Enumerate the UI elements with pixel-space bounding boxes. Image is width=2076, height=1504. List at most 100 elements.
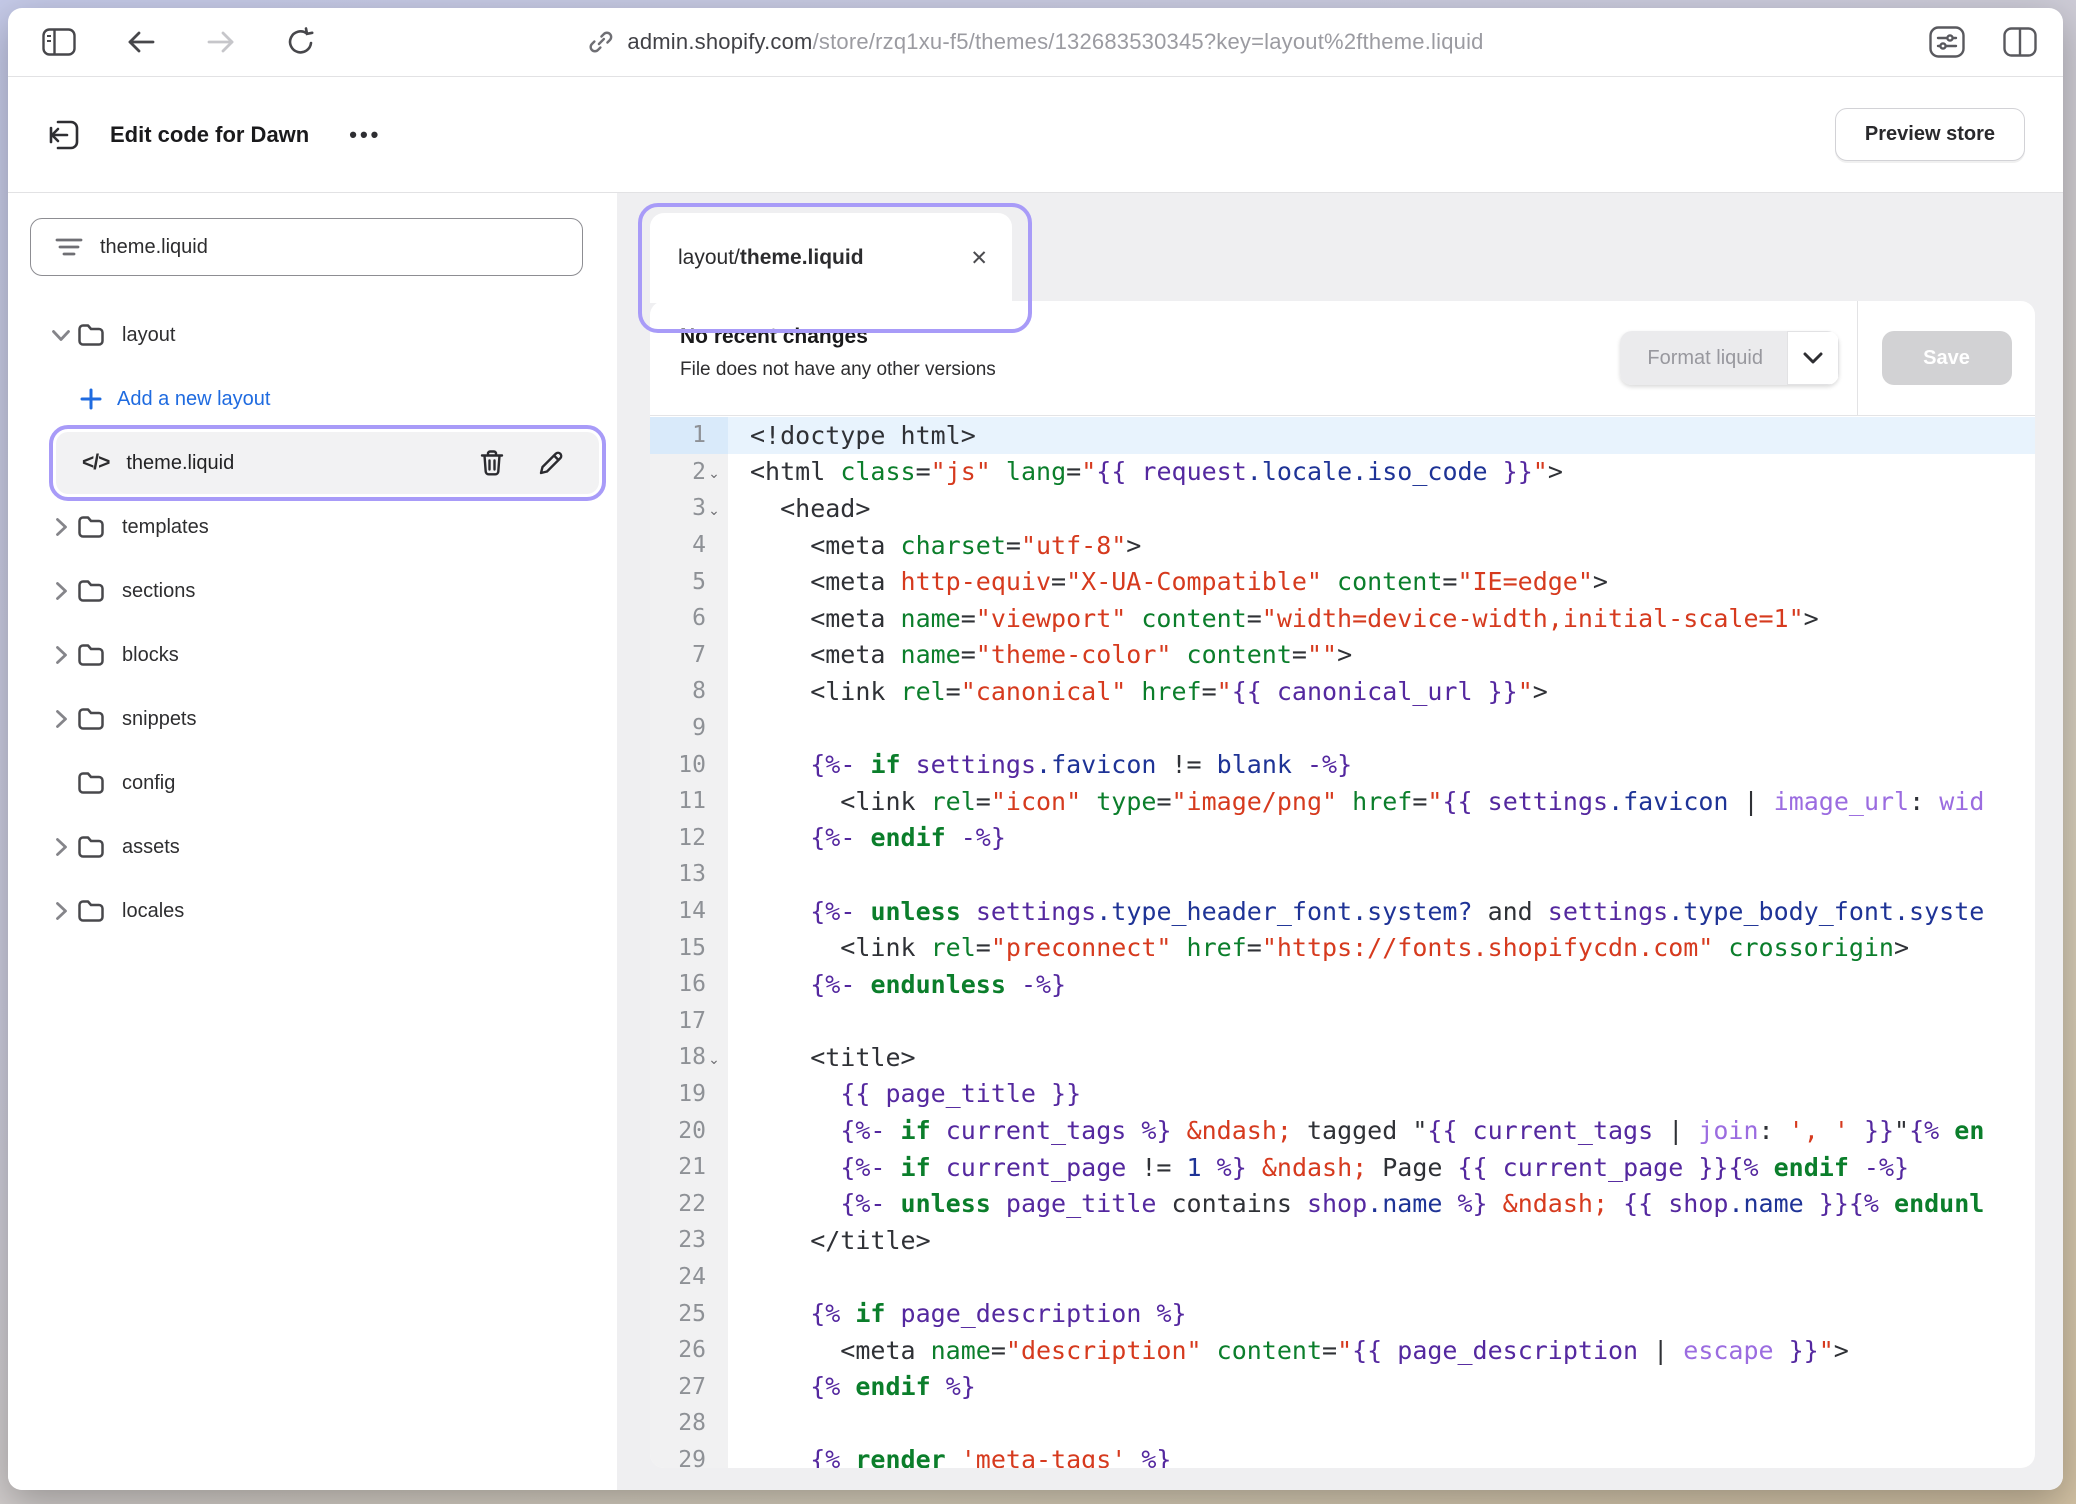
file-search-input[interactable]: theme.liquid bbox=[30, 218, 583, 276]
sidebar-item-theme-liquid[interactable]: </>theme.liquid bbox=[56, 432, 599, 494]
code-token bbox=[1171, 640, 1186, 669]
code-line: 18⌄ <title> bbox=[650, 1039, 2035, 1076]
line-number-gutter: 21 bbox=[650, 1149, 728, 1186]
chevron-right-icon[interactable] bbox=[48, 709, 74, 729]
code-line-content: {%- unless page_title contains shop.name… bbox=[728, 1185, 2035, 1222]
code-token: "https://fonts.shopifycdn.com" bbox=[1262, 933, 1714, 962]
sidebar-item-snippets[interactable]: snippets bbox=[8, 687, 617, 751]
code-token: " bbox=[1533, 457, 1548, 486]
format-liquid-label[interactable]: Format liquid bbox=[1620, 331, 1787, 385]
page-settings-icon[interactable] bbox=[1929, 26, 1965, 58]
line-number: 26 bbox=[650, 1337, 706, 1363]
tab-layout-theme-liquid[interactable]: layout/theme.liquid ✕ bbox=[650, 213, 1012, 303]
code-file-icon: </> bbox=[82, 451, 109, 475]
line-number-gutter: 3⌄ bbox=[650, 490, 728, 527]
code-token: shop bbox=[1307, 1189, 1367, 1218]
code-token: " bbox=[1819, 1336, 1834, 1365]
code-line: 26 <meta name="description" content="{{ … bbox=[650, 1332, 2035, 1369]
sidebar-item-config[interactable]: config bbox=[8, 751, 617, 815]
code-token: .name bbox=[1367, 1189, 1442, 1218]
code-line-content bbox=[728, 710, 2035, 747]
fold-toggle-icon[interactable]: ⌄ bbox=[706, 502, 722, 519]
code-token: "viewport" bbox=[976, 604, 1127, 633]
sidebar-item-label: assets bbox=[122, 836, 180, 859]
delete-file-icon[interactable] bbox=[479, 449, 505, 477]
sidebar-item-blocks[interactable]: blocks bbox=[8, 623, 617, 687]
folder-icon bbox=[77, 323, 105, 347]
plus-icon bbox=[80, 388, 102, 410]
fold-toggle-icon[interactable]: ⌄ bbox=[706, 465, 722, 482]
browser-toolbar: admin.shopify.com/store/rzq1xu-f5/themes… bbox=[8, 8, 2063, 77]
chevron-right-icon[interactable] bbox=[48, 581, 74, 601]
code-token: %} bbox=[1126, 1445, 1171, 1468]
code-token: {% bbox=[810, 1299, 855, 1328]
sidebar-item-templates[interactable]: templates bbox=[8, 495, 617, 559]
code-token: > bbox=[1894, 933, 1909, 962]
sidebar-item-sections[interactable]: sections bbox=[8, 559, 617, 623]
code-token bbox=[1488, 1189, 1503, 1218]
code-token: rel bbox=[931, 787, 976, 816]
code-token: > bbox=[1533, 677, 1548, 706]
code-line: 28 bbox=[650, 1405, 2035, 1442]
exit-icon[interactable] bbox=[46, 117, 82, 153]
code-token: shop bbox=[1668, 1189, 1728, 1218]
code-token: lang bbox=[1006, 457, 1066, 486]
code-token: " bbox=[1894, 1116, 1909, 1145]
line-number: 29 bbox=[650, 1447, 706, 1468]
rename-file-icon[interactable] bbox=[537, 449, 565, 477]
reload-icon[interactable] bbox=[286, 27, 316, 57]
code-token: {{ bbox=[1352, 1336, 1397, 1365]
code-token: = bbox=[961, 640, 976, 669]
back-icon[interactable] bbox=[126, 29, 156, 55]
code-token bbox=[991, 457, 1006, 486]
link-icon bbox=[587, 29, 613, 55]
save-button[interactable]: Save bbox=[1882, 331, 2012, 385]
format-liquid-button[interactable]: Format liquid bbox=[1620, 331, 1839, 385]
code-token: : bbox=[1909, 787, 1924, 816]
line-number: 17 bbox=[650, 1008, 706, 1034]
code-token: name bbox=[901, 640, 961, 669]
forward-icon[interactable] bbox=[206, 29, 236, 55]
code-editor[interactable]: 1<!doctype html>2⌄<html class="js" lang=… bbox=[650, 417, 2035, 1468]
preview-store-button[interactable]: Preview store bbox=[1835, 108, 2025, 161]
code-token: -%} bbox=[946, 823, 1006, 852]
code-token: "theme-color" bbox=[976, 640, 1172, 669]
status-title: No recent changes bbox=[680, 325, 1620, 349]
split-view-icon[interactable] bbox=[2003, 26, 2037, 58]
close-tab-icon[interactable]: ✕ bbox=[970, 248, 988, 269]
code-line-content: <link rel="preconnect" href="https://fon… bbox=[728, 929, 2035, 966]
format-liquid-caret[interactable] bbox=[1787, 331, 1839, 385]
sidebar-item-locales[interactable]: locales bbox=[8, 879, 617, 943]
more-menu-button[interactable]: ••• bbox=[349, 122, 381, 148]
chevron-right-icon[interactable] bbox=[48, 901, 74, 921]
file-sidebar: theme.liquid layoutAdd a new layout</>th… bbox=[8, 193, 617, 1490]
code-token bbox=[1172, 1116, 1187, 1145]
code-token: }} bbox=[1849, 1116, 1894, 1145]
code-token: != bbox=[1126, 1153, 1186, 1182]
code-line-content: {%- unless settings.type_header_font.sys… bbox=[728, 893, 2035, 930]
line-number: 2 bbox=[650, 459, 706, 485]
sidebar-toggle-icon[interactable] bbox=[42, 28, 76, 56]
code-token bbox=[991, 1189, 1006, 1218]
code-line: 10 {%- if settings.favicon != blank -%} bbox=[650, 746, 2035, 783]
code-line: 22 {%- unless page_title contains shop.n… bbox=[650, 1185, 2035, 1222]
code-token bbox=[1774, 1116, 1789, 1145]
code-token: <link bbox=[750, 677, 901, 706]
sidebar-item-layout[interactable]: layout bbox=[8, 303, 617, 367]
sidebar-item-assets[interactable]: assets bbox=[8, 815, 617, 879]
chevron-right-icon[interactable] bbox=[48, 517, 74, 537]
code-token: "utf-8" bbox=[1021, 531, 1126, 560]
chevron-down-icon[interactable] bbox=[48, 329, 74, 342]
folder-icon bbox=[77, 643, 105, 667]
line-number-gutter: 11 bbox=[650, 783, 728, 820]
sidebar-item-add-a-new-layout[interactable]: Add a new layout bbox=[8, 367, 617, 431]
chevron-right-icon[interactable] bbox=[48, 837, 74, 857]
chevron-right-icon[interactable] bbox=[48, 645, 74, 665]
code-token: }} bbox=[1488, 457, 1533, 486]
address-bar[interactable]: admin.shopify.com/store/rzq1xu-f5/themes… bbox=[587, 29, 1483, 55]
code-token: href bbox=[1141, 677, 1201, 706]
fold-toggle-icon[interactable]: ⌄ bbox=[706, 1051, 722, 1068]
code-line: 7 <meta name="theme-color" content=""> bbox=[650, 637, 2035, 674]
line-number: 6 bbox=[650, 605, 706, 631]
code-line-content: <meta name="theme-color" content=""> bbox=[728, 637, 2035, 674]
